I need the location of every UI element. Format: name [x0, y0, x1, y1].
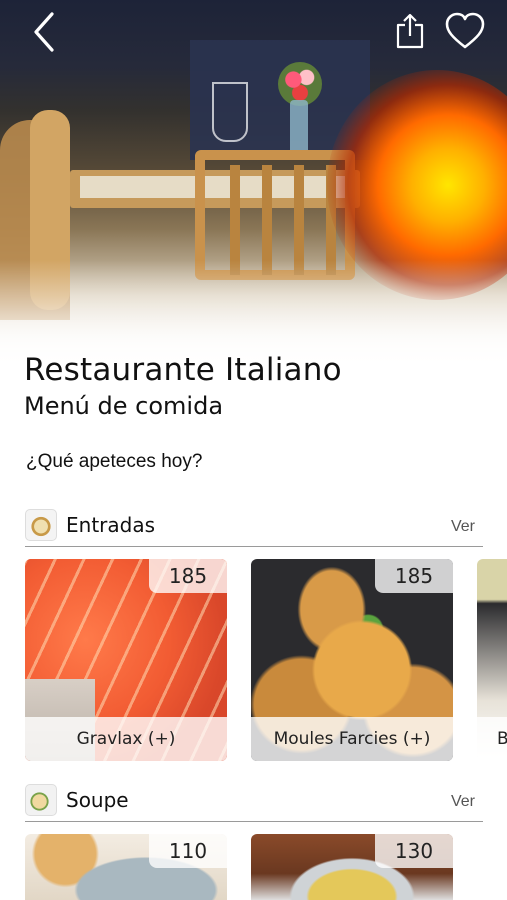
section-title: Soupe [66, 788, 129, 812]
price-badge: 130 [375, 834, 453, 868]
section-title: Entradas [66, 513, 156, 537]
menu-item-card[interactable]: 185 Gravlax (+) [25, 559, 227, 761]
heart-icon [445, 12, 485, 49]
section-soupe: Soupe Ver 110 130 [0, 784, 507, 900]
back-button[interactable] [24, 8, 64, 56]
section-header: Entradas Ver [25, 509, 483, 547]
hero-image [0, 0, 507, 370]
item-name: Gravlax (+) [25, 717, 227, 761]
page-subtitle: Menú de comida [24, 392, 224, 420]
price-badge: 185 [149, 559, 227, 593]
favorite-button[interactable] [440, 6, 490, 56]
item-name: B [477, 717, 507, 761]
chevron-left-icon [34, 12, 54, 52]
page-title: Restaurante Italiano [24, 352, 342, 388]
view-all-link[interactable]: Ver [451, 518, 475, 536]
prompt-text: ¿Qué apeteces hoy? [26, 451, 203, 472]
price-badge: 185 [375, 559, 453, 593]
section-header: Soupe Ver [25, 784, 483, 822]
soup-icon [25, 784, 57, 816]
menu-item-card[interactable]: 185 Moules Farcies (+) [251, 559, 453, 761]
price-badge: 110 [149, 834, 227, 868]
view-all-link[interactable]: Ver [451, 793, 475, 811]
section-entradas: Entradas Ver 185 Gravlax (+) 185 Moules … [0, 509, 507, 769]
dish-icon [25, 509, 57, 541]
share-button[interactable] [388, 8, 432, 54]
menu-item-card[interactable]: 130 [251, 834, 453, 900]
menu-item-card[interactable]: B [477, 559, 507, 761]
menu-item-card[interactable]: 110 [25, 834, 227, 900]
share-icon [396, 13, 424, 49]
item-name: Moules Farcies (+) [251, 717, 453, 761]
